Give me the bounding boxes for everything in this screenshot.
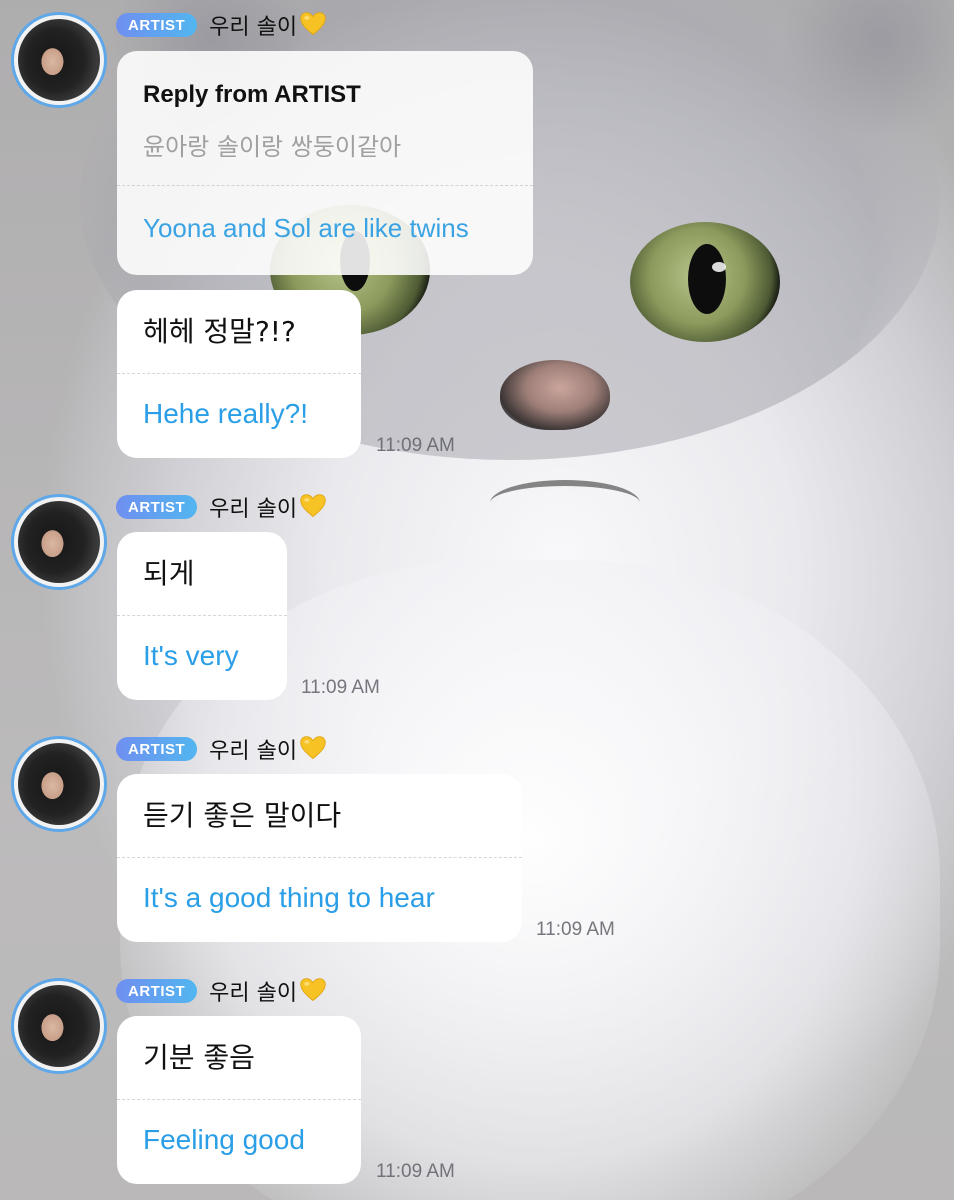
yellow-heart-icon	[300, 978, 326, 1002]
cat-nose	[500, 360, 610, 430]
artist-badge: ARTIST	[116, 737, 198, 761]
divider	[117, 615, 287, 616]
timestamp: 11:09 AM	[536, 919, 615, 940]
sender-name: 우리 솔이	[209, 491, 327, 523]
divider	[117, 185, 533, 186]
translated-text: It's very	[143, 640, 239, 671]
timestamp: 11:09 AM	[376, 435, 455, 456]
translated-text: It's a good thing to hear	[143, 882, 435, 913]
artist-avatar[interactable]	[11, 978, 107, 1074]
sender-name: 우리 솔이	[209, 9, 327, 41]
message-bubble[interactable]: 기분 좋음 Feeling good	[117, 1016, 361, 1184]
sender-name: 우리 솔이	[209, 733, 327, 765]
cat-right-ear	[780, 0, 954, 140]
artist-avatar[interactable]	[11, 494, 107, 590]
original-text: 헤헤 정말?!?	[143, 315, 296, 348]
reply-quote-bubble[interactable]: Reply from ARTIST 윤아랑 솔이랑 쌍둥이같아 Yoona an…	[117, 51, 533, 275]
cat-mouth	[490, 480, 640, 526]
message-bubble[interactable]: 되게 It's very	[117, 532, 287, 700]
timestamp: 11:09 AM	[301, 677, 380, 698]
sender-header: ARTIST 우리 솔이	[116, 734, 327, 764]
artist-badge: ARTIST	[116, 495, 198, 519]
yellow-heart-icon	[300, 736, 326, 760]
sender-header: ARTIST 우리 솔이	[116, 492, 327, 522]
original-text: 듣기 좋은 말이다	[143, 799, 342, 832]
artist-badge: ARTIST	[116, 979, 198, 1003]
timestamp: 11:09 AM	[376, 1161, 455, 1182]
divider	[117, 1099, 361, 1100]
translated-text: Feeling good	[143, 1124, 305, 1155]
yellow-heart-icon	[300, 12, 326, 36]
sender-header: ARTIST 우리 솔이	[116, 10, 327, 40]
cat-right-eye	[630, 222, 780, 342]
divider	[117, 857, 522, 858]
sender-name: 우리 솔이	[209, 975, 327, 1007]
artist-avatar[interactable]	[11, 12, 107, 108]
reply-translated-text: Yoona and Sol are like twins	[143, 213, 469, 243]
reply-original-text: 윤아랑 솔이랑 쌍둥이같아	[143, 133, 402, 161]
message-bubble[interactable]: 헤헤 정말?!? Hehe really?!	[117, 290, 361, 458]
sender-header: ARTIST 우리 솔이	[116, 976, 327, 1006]
original-text: 되게	[143, 557, 195, 590]
reply-title: Reply from ARTIST	[143, 81, 361, 108]
divider	[117, 373, 361, 374]
artist-badge: ARTIST	[116, 13, 198, 37]
message-bubble[interactable]: 듣기 좋은 말이다 It's a good thing to hear	[117, 774, 522, 942]
original-text: 기분 좋음	[143, 1041, 255, 1074]
translated-text: Hehe really?!	[143, 398, 308, 429]
yellow-heart-icon	[300, 494, 326, 518]
artist-avatar[interactable]	[11, 736, 107, 832]
